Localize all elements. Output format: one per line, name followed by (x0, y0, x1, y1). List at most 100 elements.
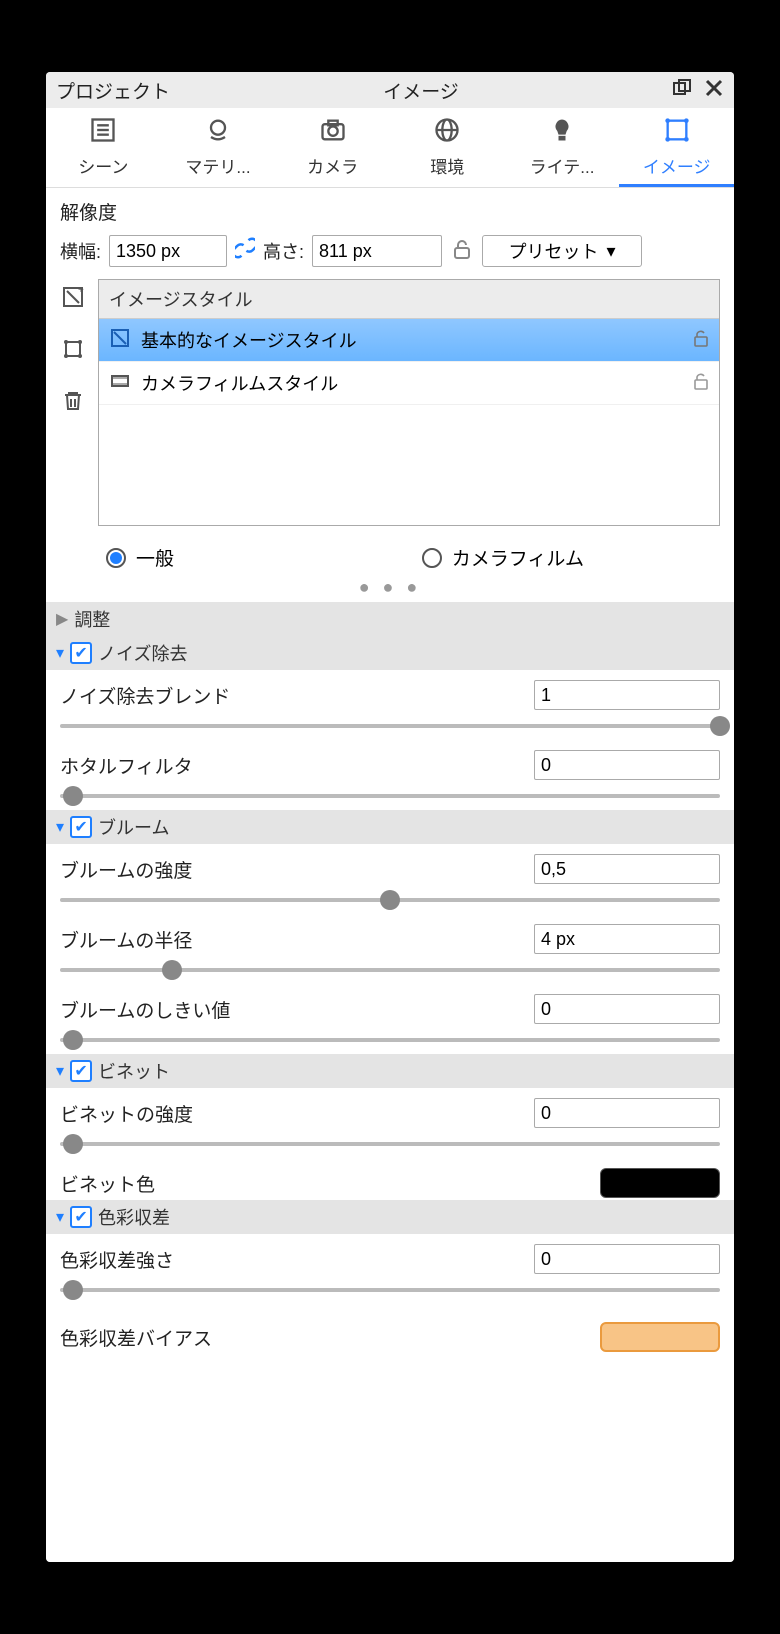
vignette-strength-input[interactable] (534, 1098, 720, 1128)
bulb-icon (505, 116, 620, 149)
project-label: プロジェクト (56, 77, 170, 104)
tab-camera[interactable]: カメラ (275, 108, 390, 187)
width-label: 横幅: (60, 238, 101, 264)
unlock-icon (693, 329, 709, 352)
param-label: 色彩収差バイアス (60, 1324, 212, 1351)
style-row-label: カメラフィルムスタイル (141, 370, 683, 396)
chevron-down-icon: ▾ (56, 643, 64, 663)
chroma-bias-swatch[interactable] (600, 1322, 720, 1352)
bloom-radius-slider[interactable] (60, 958, 720, 982)
tab-label: イメージ (643, 158, 711, 177)
height-input[interactable] (312, 235, 442, 267)
chroma-strength-input[interactable] (534, 1244, 720, 1274)
unlock-icon (693, 372, 709, 395)
param-label: ビネット色 (60, 1170, 155, 1197)
tab-lighting[interactable]: ライテ... (505, 108, 620, 187)
group-adjust[interactable]: ▶ 調整 (46, 602, 734, 636)
tab-label: シーン (78, 158, 128, 177)
vignette-color-swatch[interactable] (600, 1168, 720, 1198)
firefly-slider[interactable] (60, 784, 720, 808)
param-label: ノイズ除去ブレンド (60, 682, 230, 709)
param-label: ビネットの強度 (60, 1100, 193, 1127)
preset-dropdown[interactable]: プリセット ▾ (482, 235, 642, 267)
radio-camera-film[interactable]: カメラフィルム (422, 544, 584, 571)
tab-scene[interactable]: シーン (46, 108, 161, 187)
image-settings-panel: プロジェクト イメージ シーン マテリ... カメラ 環境 (46, 72, 734, 1562)
param-bloom-strength: ブルームの強度 (46, 844, 734, 914)
tab-label: ライテ... (530, 158, 595, 177)
tab-image[interactable]: イメージ (619, 108, 734, 187)
tab-bar: シーン マテリ... カメラ 環境 ライテ... イメージ (46, 108, 734, 188)
unlock-icon[interactable] (450, 239, 474, 264)
radio-label: 一般 (136, 544, 174, 571)
add-style-icon[interactable]: + (60, 285, 86, 315)
style-list: イメージスタイル 基本的なイメージスタイル カメラフィルムスタイル (98, 279, 720, 526)
param-firefly: ホタルフィルタ (46, 740, 734, 810)
panel-title: イメージ (170, 77, 672, 104)
param-vignette-color: ビネット色 (46, 1158, 734, 1200)
group-noise[interactable]: ▾ ✔ ノイズ除去 (46, 636, 734, 670)
close-icon[interactable] (704, 78, 724, 103)
panel-body: 解像度 横幅: 高さ: プリセット ▾ + イメージス (46, 188, 734, 1562)
tab-material[interactable]: マテリ... (161, 108, 276, 187)
height-label: 高さ: (263, 238, 304, 264)
firefly-input[interactable] (534, 750, 720, 780)
detach-icon[interactable] (672, 78, 692, 103)
group-label: ブルーム (98, 814, 169, 840)
param-label: 色彩収差強さ (60, 1246, 174, 1273)
noise-blend-slider[interactable] (60, 714, 720, 738)
group-label: ノイズ除去 (98, 640, 187, 666)
preset-label: プリセット (509, 238, 599, 264)
chroma-checkbox[interactable]: ✔ (70, 1206, 92, 1228)
param-label: ブルームの半径 (60, 926, 192, 953)
style-film-icon (109, 371, 131, 396)
bloom-threshold-input[interactable] (534, 994, 720, 1024)
param-label: ブルームの強度 (60, 856, 192, 883)
tab-label: カメラ (307, 158, 358, 177)
group-bloom[interactable]: ▾ ✔ ブルーム (46, 810, 734, 844)
tab-label: マテリ... (185, 158, 250, 177)
group-label: 色彩収差 (98, 1204, 170, 1230)
bloom-strength-slider[interactable] (60, 888, 720, 912)
tab-environment[interactable]: 環境 (390, 108, 505, 187)
style-row-basic[interactable]: 基本的なイメージスタイル (99, 319, 719, 362)
style-row-label: 基本的なイメージスタイル (141, 327, 683, 353)
chevron-right-icon: ▶ (56, 609, 68, 629)
chevron-down-icon: ▾ (607, 241, 616, 262)
vignette-strength-slider[interactable] (60, 1132, 720, 1156)
param-vignette-strength: ビネットの強度 (46, 1088, 734, 1158)
noise-checkbox[interactable]: ✔ (70, 642, 92, 664)
chevron-down-icon: ▾ (56, 817, 64, 837)
radio-off-icon (422, 548, 442, 568)
param-bloom-threshold: ブルームのしきい値 (46, 984, 734, 1054)
trash-icon[interactable] (60, 389, 86, 419)
bloom-checkbox[interactable]: ✔ (70, 816, 92, 838)
transform-icon[interactable] (60, 337, 86, 367)
svg-text:+: + (78, 285, 84, 296)
material-icon (161, 116, 276, 149)
camera-icon (275, 116, 390, 149)
noise-blend-input[interactable] (534, 680, 720, 710)
style-list-header: イメージスタイル (99, 280, 719, 319)
radio-general[interactable]: 一般 (106, 544, 174, 571)
style-type-radios: 一般 カメラフィルム (46, 536, 734, 571)
bloom-threshold-slider[interactable] (60, 1028, 720, 1052)
group-vignette[interactable]: ▾ ✔ ビネット (46, 1054, 734, 1088)
group-chroma[interactable]: ▾ ✔ 色彩収差 (46, 1200, 734, 1234)
radio-label: カメラフィルム (452, 544, 584, 571)
bloom-strength-input[interactable] (534, 854, 720, 884)
param-chroma-strength: 色彩収差強さ (46, 1234, 734, 1304)
scene-icon (46, 116, 161, 149)
style-row-camera-film[interactable]: カメラフィルムスタイル (99, 362, 719, 405)
radio-on-icon (106, 548, 126, 568)
bloom-radius-input[interactable] (534, 924, 720, 954)
resolution-row: 横幅: 高さ: プリセット ▾ (46, 231, 734, 279)
param-label: ブルームのしきい値 (60, 996, 230, 1023)
link-icon[interactable] (235, 236, 255, 266)
chroma-strength-slider[interactable] (60, 1278, 720, 1302)
width-input[interactable] (109, 235, 227, 267)
param-bloom-radius: ブルームの半径 (46, 914, 734, 984)
vignette-checkbox[interactable]: ✔ (70, 1060, 92, 1082)
group-label: ビネット (98, 1058, 170, 1084)
group-label: 調整 (74, 606, 110, 632)
